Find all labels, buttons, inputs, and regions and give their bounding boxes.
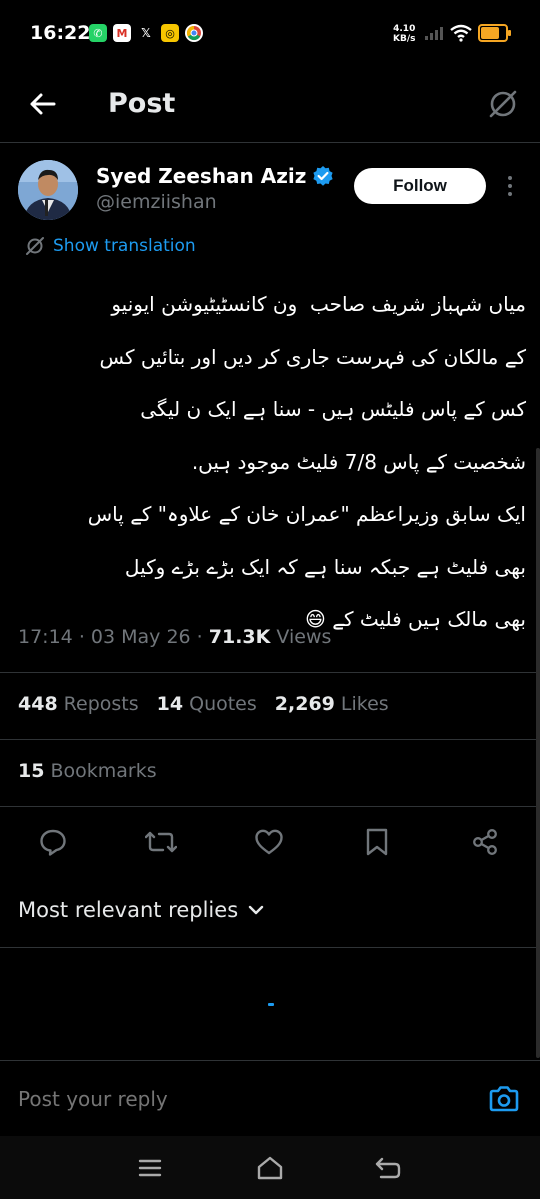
whatsapp-icon: ✆ bbox=[89, 24, 107, 42]
bookmarks-label: Bookmarks bbox=[50, 760, 157, 782]
replies-sort-dropdown[interactable]: Most relevant replies bbox=[18, 898, 264, 922]
more-options-button[interactable] bbox=[500, 174, 520, 198]
quotes-count: 14 bbox=[156, 693, 184, 715]
network-speed-value: 4.10 bbox=[393, 24, 416, 34]
divider bbox=[0, 739, 540, 740]
follow-button[interactable]: Follow bbox=[354, 168, 486, 204]
divider bbox=[0, 947, 540, 948]
quotes-stat[interactable]: 14 Quotes bbox=[157, 693, 257, 715]
tweet-body: میاں شہباز شریف صاحب ون کانسٹیٹیوشن ایون… bbox=[14, 278, 540, 631]
x-app-icon: 𝕏 bbox=[137, 24, 155, 42]
reposts-label: Reposts bbox=[63, 693, 139, 715]
back-nav-icon bbox=[375, 1157, 401, 1179]
replies-sort-label: Most relevant replies bbox=[18, 898, 239, 922]
menu-icon bbox=[138, 1159, 162, 1177]
page-title: Post bbox=[108, 88, 176, 119]
bookmark-icon bbox=[366, 828, 388, 856]
scrollbar-thumb[interactable] bbox=[536, 448, 540, 1058]
home-button[interactable] bbox=[252, 1152, 288, 1184]
battery-tip bbox=[508, 30, 511, 36]
share-icon bbox=[473, 829, 497, 855]
loading-indicator bbox=[268, 1003, 274, 1006]
author-name-row[interactable]: Syed Zeeshan Aziz bbox=[96, 164, 334, 188]
grok-translate-icon bbox=[26, 237, 44, 255]
camera-icon bbox=[489, 1086, 519, 1112]
reposts-count: 448 bbox=[18, 693, 58, 715]
tweet-text: میاں شہباز شریف صاحب ون کانسٹیٹیوشن ایون… bbox=[87, 292, 526, 631]
views-label: Views bbox=[276, 626, 332, 648]
system-nav-bar bbox=[0, 1136, 540, 1199]
top-app-bar: Post bbox=[0, 68, 540, 143]
action-bar bbox=[0, 822, 540, 862]
divider bbox=[0, 672, 540, 673]
repost-icon bbox=[145, 831, 177, 853]
bookmarks-count: 15 bbox=[18, 760, 45, 782]
camera-button[interactable] bbox=[486, 1083, 522, 1115]
status-time: 16:22 bbox=[30, 22, 91, 44]
like-button[interactable] bbox=[249, 822, 289, 862]
bookmark-button[interactable] bbox=[357, 822, 397, 862]
status-bar: 16:22 ✆ M 𝕏 ◎ 4.10 KB/s bbox=[0, 0, 540, 68]
meta-separator: · bbox=[78, 626, 91, 648]
quotes-label: Quotes bbox=[189, 693, 257, 715]
engagement-stats: 448 Reposts 14 Quotes 2,269 Likes bbox=[18, 693, 389, 715]
more-dot-icon bbox=[508, 192, 512, 196]
reply-icon bbox=[40, 829, 66, 856]
notification-app-icon: ◎ bbox=[161, 24, 179, 42]
back-button[interactable] bbox=[24, 86, 60, 122]
show-translation-link[interactable]: Show translation bbox=[25, 236, 196, 256]
grok-icon bbox=[489, 90, 517, 118]
battery-icon bbox=[478, 24, 511, 42]
repost-button[interactable] bbox=[141, 822, 181, 862]
heart-icon bbox=[255, 829, 283, 855]
author-handle[interactable]: @iemziishan bbox=[96, 191, 217, 213]
share-button[interactable] bbox=[465, 822, 505, 862]
tweet-meta: 17:14 · 03 May 26 · 71.3K Views bbox=[18, 626, 331, 648]
divider bbox=[0, 806, 540, 807]
signal-icon bbox=[425, 27, 443, 40]
reply-button[interactable] bbox=[33, 822, 73, 862]
likes-stat[interactable]: 2,269 Likes bbox=[275, 693, 389, 715]
show-translation-label[interactable]: Show translation bbox=[53, 236, 196, 256]
status-right bbox=[424, 22, 511, 44]
recents-button[interactable] bbox=[132, 1152, 168, 1184]
avatar[interactable] bbox=[18, 160, 78, 220]
chrome-icon bbox=[185, 24, 203, 42]
likes-label: Likes bbox=[340, 693, 389, 715]
back-arrow-icon bbox=[30, 93, 56, 115]
reply-composer-bar bbox=[0, 1060, 540, 1136]
author-name[interactable]: Syed Zeeshan Aziz bbox=[96, 164, 306, 188]
reposts-stat[interactable]: 448 Reposts bbox=[18, 693, 139, 715]
chevron-down-icon bbox=[248, 905, 264, 915]
home-icon bbox=[257, 1156, 283, 1180]
more-dot-icon bbox=[508, 176, 512, 180]
meta-separator: · bbox=[196, 626, 209, 648]
bookmarks-stat[interactable]: 15 Bookmarks bbox=[18, 760, 157, 782]
back-nav-button[interactable] bbox=[370, 1152, 406, 1184]
wifi-icon bbox=[450, 24, 472, 42]
avatar-image bbox=[18, 160, 78, 220]
battery-fill bbox=[481, 27, 499, 39]
network-speed: 4.10 KB/s bbox=[393, 24, 415, 44]
network-speed-unit: KB/s bbox=[393, 34, 416, 44]
views-count: 71.3K bbox=[208, 626, 271, 648]
notification-icons: ✆ M 𝕏 ◎ bbox=[89, 24, 203, 42]
verified-badge-icon bbox=[313, 166, 333, 186]
gmail-icon: M bbox=[113, 24, 131, 42]
reply-input[interactable] bbox=[18, 1087, 418, 1111]
tweet-date: 03 May 26 bbox=[90, 626, 191, 648]
more-dot-icon bbox=[508, 184, 512, 188]
grok-button[interactable] bbox=[485, 86, 521, 122]
tweet-time: 17:14 bbox=[18, 626, 73, 648]
likes-count: 2,269 bbox=[274, 693, 335, 715]
